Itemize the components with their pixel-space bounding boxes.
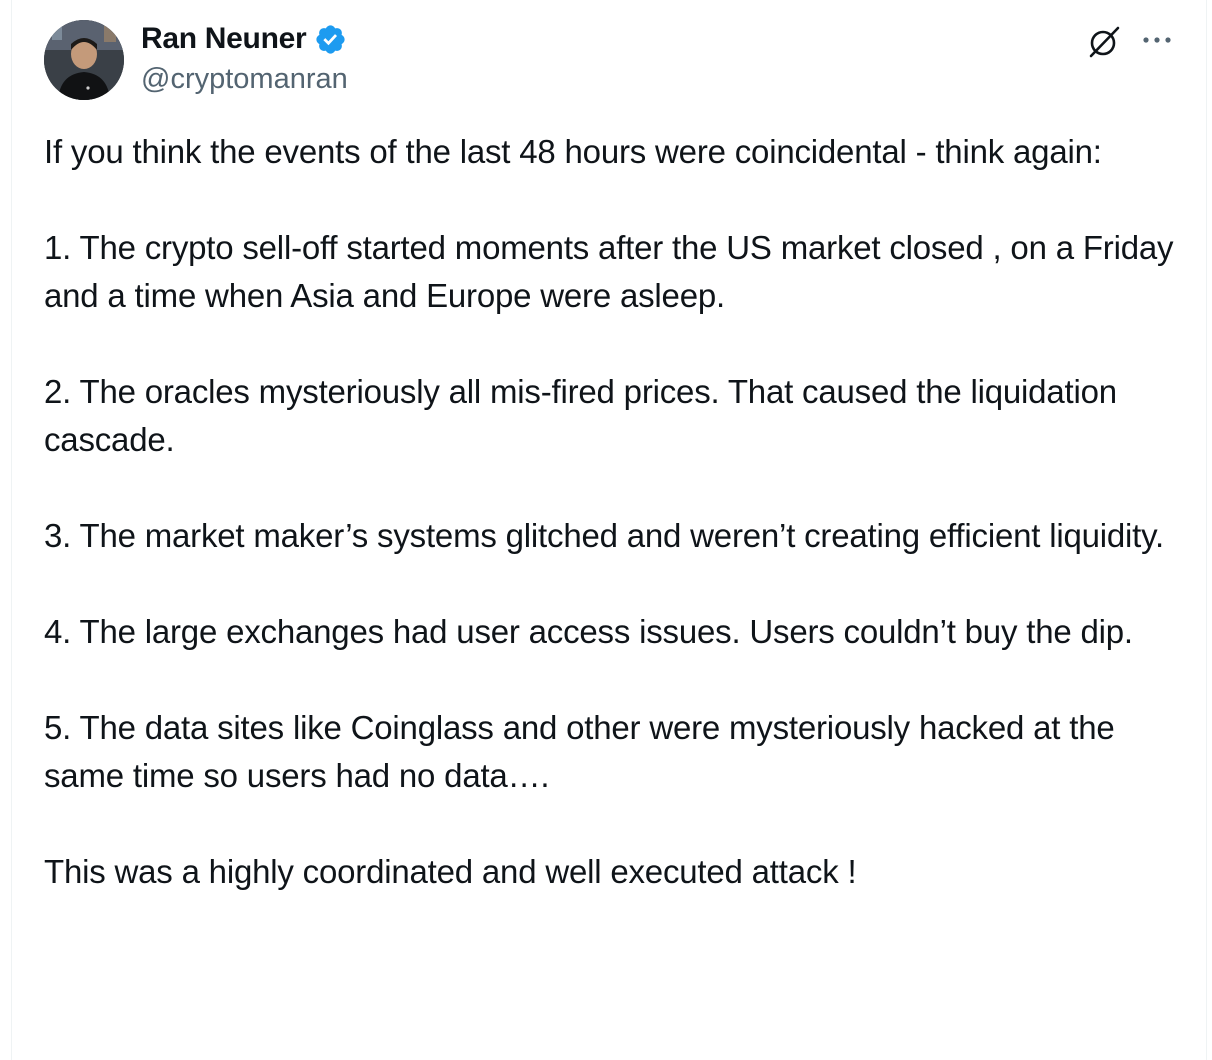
post-point-5: 5. The data sites like Coinglass and oth… xyxy=(44,709,1124,794)
post-point-3: 3. The market maker’s systems glitched a… xyxy=(44,517,1164,554)
post-intro: If you think the events of the last 48 h… xyxy=(44,133,1102,170)
post-point-1: 1. The crypto sell-off started moments a… xyxy=(44,229,1183,314)
author-name[interactable]: Ran Neuner xyxy=(141,22,307,56)
avatar-photo xyxy=(44,20,124,100)
verified-badge-icon xyxy=(316,24,345,54)
post-body: If you think the events of the last 48 h… xyxy=(44,128,1184,944)
post-point-2: 2. The oracles mysteriously all mis-fire… xyxy=(44,373,1126,458)
post-point-4: 4. The large exchanges had user access i… xyxy=(44,613,1133,650)
post-conclusion: This was a highly coordinated and well e… xyxy=(44,853,857,890)
avatar[interactable] xyxy=(44,20,124,100)
grok-icon[interactable] xyxy=(1087,25,1121,59)
more-options-icon[interactable] xyxy=(1140,28,1174,52)
author-handle[interactable]: @cryptomanran xyxy=(141,63,348,96)
